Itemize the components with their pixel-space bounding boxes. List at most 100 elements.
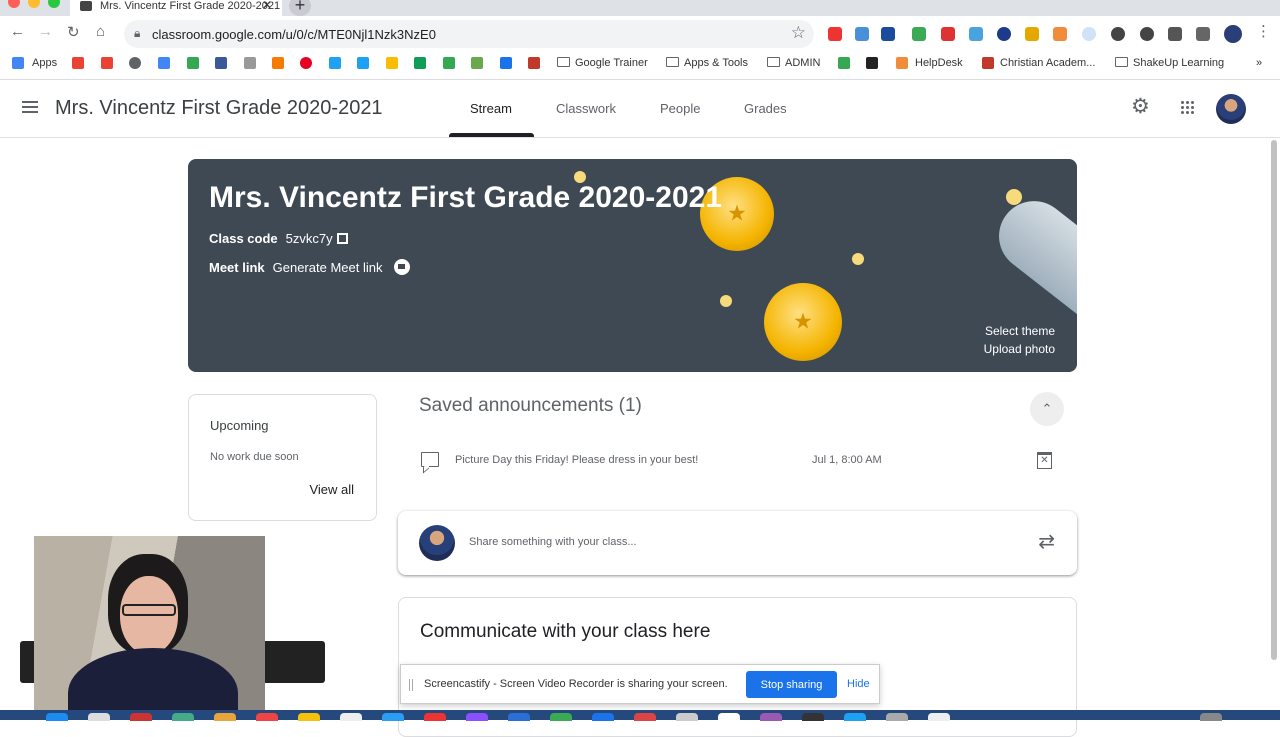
account-avatar[interactable] [1216,94,1246,124]
upload-photo-link[interactable]: Upload photo [984,342,1055,356]
profile-avatar[interactable] [1224,25,1242,43]
extension-icon[interactable] [881,27,895,41]
extension-icon[interactable] [828,27,842,41]
tab-people[interactable]: People [660,101,700,116]
decoration-dot [720,295,732,307]
extension-icon[interactable] [912,27,926,41]
bookmark-icon[interactable] [244,57,256,69]
avatar [419,525,455,561]
menu-dots-icon[interactable]: ⋮ [1256,22,1271,40]
folder-icon [767,57,780,67]
twitter-icon[interactable] [357,57,369,69]
gmail-icon[interactable] [72,57,84,69]
tab-grades[interactable]: Grades [744,101,787,116]
puzzle-icon[interactable] [1196,27,1210,41]
pinterest-icon[interactable] [300,57,312,69]
bookmark-icon[interactable] [866,57,878,69]
bookmarks-bar: Apps Google Trainer Apps & Tools ADMIN H… [0,52,1280,80]
communicate-title: Communicate with your class here [420,621,711,642]
url-text[interactable]: classroom.google.com/u/0/c/MTE0Njl1Nzk3N… [152,27,436,42]
announcement-text[interactable]: Picture Day this Friday! Please dress in… [455,454,698,466]
generate-meet-link[interactable]: Generate Meet link [273,260,383,275]
bookmark-apps[interactable]: Apps [32,57,57,69]
stop-sharing-button[interactable]: Stop sharing [746,671,837,698]
globe-icon[interactable] [129,57,141,69]
meet-icon[interactable] [394,259,411,275]
settings-gear-icon[interactable]: ⚙ [1131,95,1150,119]
bookmark-google-trainer[interactable]: Google Trainer [557,57,648,69]
bookmark-icon[interactable] [414,57,426,69]
bookmarks-more[interactable]: » [1256,57,1262,69]
extension-icon[interactable] [1140,27,1154,41]
meet-link-row: Meet link Generate Meet link [209,259,411,275]
extension-icon[interactable] [1082,27,1096,41]
bookmark-icon[interactable] [500,57,512,69]
bookmark-icon[interactable] [471,57,483,69]
new-tab-button[interactable]: + [289,0,311,16]
meet-link-label: Meet link [209,260,265,275]
bookmark-admin[interactable]: ADMIN [767,57,820,69]
bookmark-apps-tools[interactable]: Apps & Tools [666,57,748,69]
facebook-icon[interactable] [215,57,227,69]
reuse-post-icon[interactable]: ⇄ [1038,529,1055,554]
extension-icon[interactable] [1053,27,1067,41]
bookmark-christian-academy[interactable]: Christian Academ... [1000,57,1095,69]
address-bar[interactable]: 🔒︎ classroom.google.com/u/0/c/MTE0Njl1Nz… [124,20,814,48]
fullscreen-code-icon[interactable] [336,233,348,244]
browser-tab[interactable]: Mrs. Vincentz First Grade 2020-2021 ✕ [70,0,282,16]
drive-icon[interactable] [443,57,455,69]
upcoming-title: Upcoming [210,418,269,433]
close-window-button[interactable] [8,0,20,8]
tab-classwork[interactable]: Classwork [556,101,616,116]
reload-icon[interactable]: ↻ [67,23,80,41]
bookmark-shakeup-learning[interactable]: ShakeUp Learning [1115,57,1224,69]
upcoming-empty: No work due soon [210,451,299,463]
folder-icon [666,57,679,67]
collapse-chevron-icon[interactable]: ⌃ [1030,392,1064,426]
bookmark-star-icon[interactable]: ☆ [791,23,806,43]
home-icon[interactable]: ⌂ [96,23,105,40]
maximize-window-button[interactable] [48,0,60,8]
extension-icon[interactable] [1168,27,1182,41]
calendar-icon[interactable] [158,57,170,69]
main-menu-icon[interactable] [22,101,38,113]
gmail-icon[interactable] [101,57,113,69]
bookmark-icon[interactable] [528,57,540,69]
extension-icon[interactable] [1111,27,1125,41]
folder-icon [1115,57,1128,67]
tab-close-icon[interactable]: ✕ [262,0,272,12]
google-apps-icon[interactable] [1181,101,1195,115]
class-code-row: Class code 5zvkc7y [209,231,348,246]
bookmark-icon[interactable] [187,57,199,69]
extension-icon[interactable] [1025,27,1039,41]
tab-stream[interactable]: Stream [470,101,512,116]
twitter-icon[interactable] [329,57,341,69]
sharing-message: Screencastify - Screen Video Recorder is… [424,678,728,690]
view-all-link[interactable]: View all [309,482,354,497]
class-title[interactable]: Mrs. Vincentz First Grade 2020-2021 [55,97,383,120]
select-theme-link[interactable]: Select theme [985,324,1055,338]
minimize-window-button[interactable] [28,0,40,8]
extension-icon[interactable] [941,27,955,41]
share-box[interactable]: Share something with your class... ⇄ [398,511,1077,575]
extension-icon[interactable] [969,27,983,41]
hide-button[interactable]: Hide [847,678,870,690]
back-icon[interactable]: ← [10,23,25,40]
bookmark-helpdesk[interactable]: HelpDesk [915,57,963,69]
page-scrollbar[interactable] [1271,140,1277,660]
classroom-favicon-icon [80,1,92,11]
share-input[interactable]: Share something with your class... [469,536,637,548]
bookmark-icon[interactable] [272,57,284,69]
helpdesk-icon [896,57,908,69]
delete-draft-icon[interactable]: ✕ [1037,452,1052,469]
forward-icon[interactable]: → [38,23,53,40]
bookmark-icon[interactable] [386,57,398,69]
tab-title: Mrs. Vincentz First Grade 2020-2021 [100,0,281,12]
bookmark-icon [982,57,994,69]
drag-handle-icon[interactable] [409,679,413,691]
active-tab-indicator [449,133,534,137]
extension-icon[interactable] [855,27,869,41]
announcement-icon [421,452,439,467]
extension-icon[interactable] [997,27,1011,41]
bookmark-icon[interactable] [838,57,850,69]
